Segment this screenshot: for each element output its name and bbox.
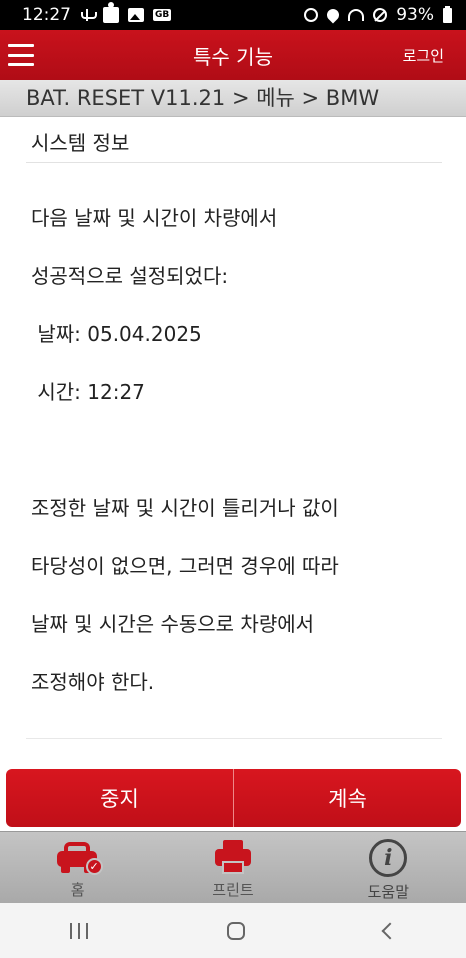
bottom-tab-bar: ✓ 홈 프린트 i 도움말 — [0, 831, 466, 903]
message-line: 날짜 및 시간은 수동으로 차량에서 — [31, 612, 315, 636]
puzzle-icon — [103, 2, 119, 23]
no-disturb-icon — [373, 8, 388, 22]
content-panel: 시스템 정보 다음 날짜 및 시간이 차량에서 성공적으로 설정되었다: 날짜:… — [26, 117, 442, 739]
message-line: 날짜: 05.04.2025 — [31, 322, 202, 346]
battery-icon — [443, 5, 452, 23]
tab-help-label: 도움말 — [367, 883, 410, 901]
system-nav-bar — [0, 903, 466, 958]
tab-print-label: 프린트 — [212, 881, 254, 899]
section-title: 시스템 정보 — [26, 117, 442, 163]
usb-icon — [80, 8, 97, 22]
home-icon[interactable] — [226, 921, 245, 940]
image-icon — [128, 8, 144, 22]
tab-help[interactable]: i 도움말 — [311, 832, 466, 903]
page-title: 특수 기능 — [193, 44, 273, 69]
alarm-icon — [304, 8, 319, 22]
message-line: 조정한 날짜 및 시간이 틀리거나 값이 — [31, 496, 339, 520]
recents-icon[interactable] — [69, 922, 88, 939]
message-text: 다음 날짜 및 시간이 차량에서 성공적으로 설정되었다: 날짜: 05.04.… — [26, 163, 442, 739]
tab-home[interactable]: ✓ 홈 — [0, 832, 155, 903]
tab-home-label: 홈 — [70, 881, 85, 899]
wifi-icon — [348, 9, 365, 21]
message-line: 다음 날짜 및 시간이 차량에서 — [31, 206, 278, 230]
car-check-icon: ✓ — [55, 839, 103, 875]
login-button[interactable]: 로그인 — [403, 45, 444, 66]
breadcrumb: BAT. RESET V11.21 > 메뉴 > BMW — [0, 80, 466, 117]
app-header: 특수 기능 로그인 — [0, 30, 466, 80]
status-bar: 12:27 GB 93% — [0, 0, 466, 30]
gb-badge-icon: GB — [153, 9, 172, 21]
message-line: 성공적으로 설정되었다: — [31, 264, 229, 288]
message-line: 시간: 12:27 — [31, 380, 145, 404]
status-left: 12:27 GB — [22, 2, 172, 25]
tab-print[interactable]: 프린트 — [155, 832, 310, 903]
continue-button[interactable]: 계속 — [234, 769, 461, 827]
status-right: 93% — [304, 5, 452, 25]
stop-button[interactable]: 중지 — [6, 769, 234, 827]
message-line: 타당성이 없으면, 그러면 경우에 따라 — [31, 554, 339, 578]
message-line: 조정해야 한다. — [31, 670, 155, 694]
hamburger-menu-icon[interactable] — [8, 44, 34, 66]
battery-percent: 93% — [396, 5, 434, 25]
printer-icon — [213, 839, 253, 875]
message-line-blank — [31, 436, 442, 465]
action-bar: 중지 계속 — [6, 769, 461, 827]
info-icon: i — [369, 839, 408, 877]
back-icon[interactable] — [381, 922, 399, 939]
location-icon — [324, 6, 342, 24]
status-time: 12:27 — [22, 5, 71, 25]
